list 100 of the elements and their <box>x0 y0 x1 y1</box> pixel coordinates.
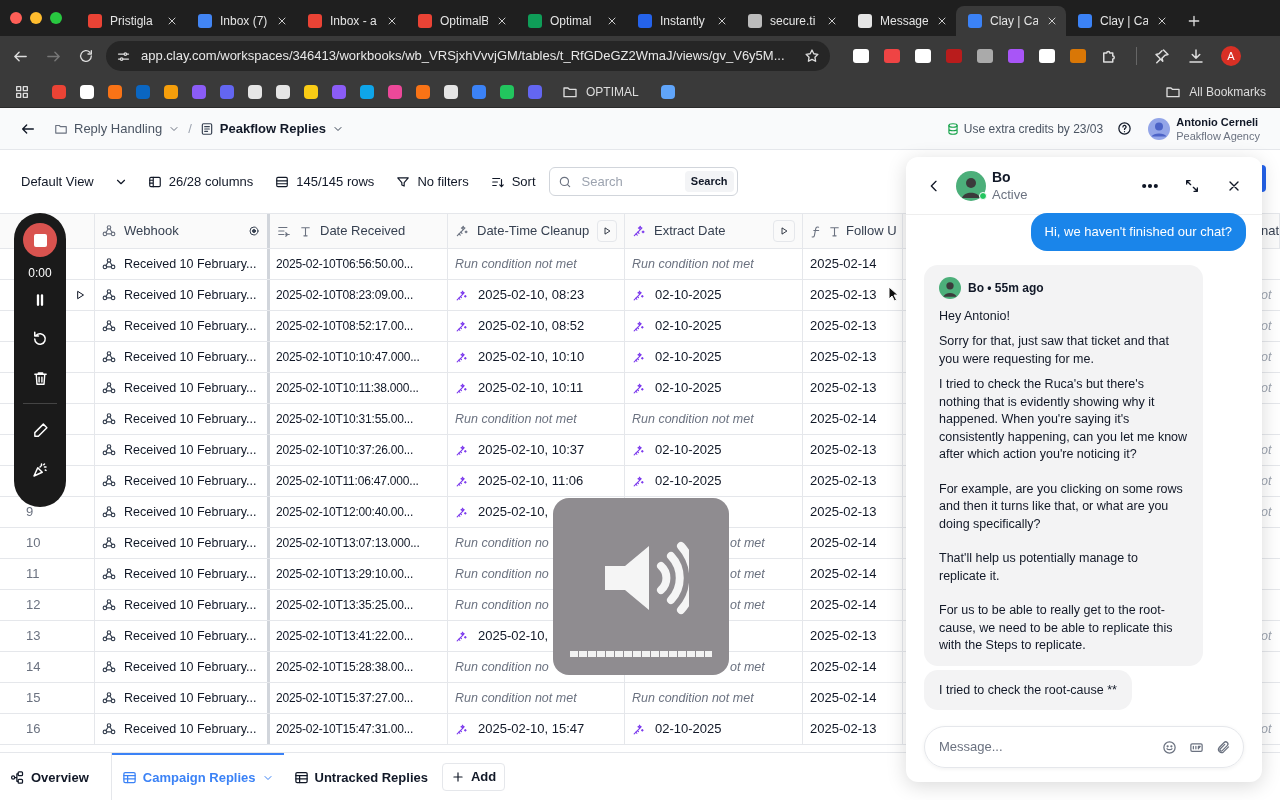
search-button[interactable]: Search <box>684 171 734 192</box>
table-cell[interactable]: 2025-02-13 <box>803 435 903 465</box>
table-cell[interactable]: Received 10 February... <box>95 342 270 372</box>
expand-row-icon[interactable] <box>74 289 86 301</box>
table-cell[interactable]: 2025-02-10T08:52:17.00... <box>270 311 448 341</box>
bookmark-folder[interactable]: OPTIMAL <box>562 82 639 101</box>
table-cell[interactable]: 2025-02-13 <box>803 466 903 496</box>
extension-icon[interactable] <box>976 47 994 65</box>
table-cell[interactable]: 2025-02-10, 08:52 <box>448 311 625 341</box>
table-cell[interactable]: Run condition not met <box>625 249 803 279</box>
table-cell[interactable]: 2025-02-10T06:56:50.00... <box>270 249 448 279</box>
table-cell[interactable]: 02-10-2025 <box>625 342 803 372</box>
table-cell[interactable]: Received 10 February... <box>95 280 270 310</box>
extension-icon[interactable] <box>852 47 870 65</box>
table-cell[interactable]: 2025-02-10T08:23:09.00... <box>270 280 448 310</box>
table-cell[interactable]: Run condition not met <box>625 683 803 713</box>
table-cell[interactable]: 02-10-2025 <box>625 466 803 496</box>
bookmark-icon[interactable] <box>275 83 291 100</box>
sort-button[interactable]: Sort <box>490 171 536 192</box>
table-cell[interactable]: 02-10-2025 <box>625 714 803 744</box>
table-cell[interactable]: Received 10 February... <box>95 714 270 744</box>
message-field[interactable]: Message... <box>939 737 1150 757</box>
emoji-icon[interactable] <box>1162 739 1177 755</box>
table-cell[interactable]: Received 10 February... <box>95 466 270 496</box>
pencil-icon[interactable] <box>31 422 49 439</box>
table-cell[interactable]: Run condition not met <box>625 404 803 434</box>
bookmark-icon[interactable] <box>303 83 319 100</box>
table-cell[interactable]: 2025-02-10T13:41:22.00... <box>270 621 448 651</box>
extension-icon[interactable] <box>914 47 932 65</box>
expand-icon[interactable] <box>1184 177 1200 194</box>
column-header[interactable]: Follow U <box>803 214 903 248</box>
table-cell[interactable]: 2025-02-10, 08:23 <box>448 280 625 310</box>
table-cell[interactable]: Received 10 February... <box>95 311 270 341</box>
run-column-button[interactable] <box>773 220 795 242</box>
table-cell[interactable]: 2025-02-10T15:28:38.00... <box>270 652 448 682</box>
pin-icon[interactable] <box>1153 47 1171 65</box>
table-cell[interactable]: Received 10 February... <box>95 497 270 527</box>
table-cell[interactable]: 2025-02-13 <box>803 497 903 527</box>
bookmark-icon[interactable] <box>163 83 179 100</box>
address-bar[interactable]: app.clay.com/workspaces/346413/workbooks/wb_VRSjxhVvvjGM/tables/t_RfGDeGZ2WmaJ/views/gv_V6y5M... <box>106 41 830 71</box>
close-tab-icon[interactable] <box>276 15 288 27</box>
table-cell[interactable]: 2025-02-10T13:29:10.00... <box>270 559 448 589</box>
table-cell[interactable]: 2025-02-10T15:37:27.00... <box>270 683 448 713</box>
profile-avatar[interactable]: A <box>1221 46 1241 66</box>
target-icon[interactable] <box>248 225 260 237</box>
user-avatar[interactable] <box>1148 117 1171 140</box>
close-tab-icon[interactable] <box>936 15 948 27</box>
table-cell[interactable]: Received 10 February... <box>95 249 270 279</box>
primary-button[interactable] <box>1262 165 1266 192</box>
add-sheet-button[interactable]: Add <box>441 762 506 791</box>
table-cell[interactable]: 2025-02-10T10:31:55.00... <box>270 404 448 434</box>
table-cell[interactable]: 2025-02-14 <box>803 249 903 279</box>
table-cell[interactable]: 2025-02-10, 10:37 <box>448 435 625 465</box>
table-cell[interactable]: 02-10-2025 <box>625 373 803 403</box>
table-cell[interactable]: 2025-02-10T10:10:47.000... <box>270 342 448 372</box>
new-tab-icon[interactable] <box>1186 13 1202 29</box>
all-bookmarks-button[interactable]: All Bookmarks <box>1165 82 1266 101</box>
bookmark-icon[interactable] <box>443 83 459 100</box>
table-cell[interactable]: 2025-02-13 <box>803 621 903 651</box>
table-cell[interactable]: 2025-02-14 <box>803 528 903 558</box>
table-cell[interactable]: 2025-02-14 <box>803 404 903 434</box>
column-header[interactable]: Extract Date <box>625 214 803 248</box>
browser-tab[interactable]: Inbox - a <box>296 6 406 36</box>
close-tab-icon[interactable] <box>1046 15 1058 27</box>
rows-button[interactable]: 145/145 rows <box>275 171 375 192</box>
bookmark-star-icon[interactable] <box>804 48 820 64</box>
close-window-button[interactable] <box>10 12 22 24</box>
table-cell[interactable]: 2025-02-10T10:11:38.000... <box>270 373 448 403</box>
table-cell[interactable]: 2025-02-13 <box>803 373 903 403</box>
minimize-window-button[interactable] <box>30 12 42 24</box>
table-cell[interactable]: Received 10 February... <box>95 559 270 589</box>
bookmark-icon[interactable] <box>499 83 515 100</box>
table-cell[interactable]: 2025-02-10, 15:47 <box>448 714 625 744</box>
table-cell[interactable]: Run condition not met <box>448 404 625 434</box>
close-tab-icon[interactable] <box>496 15 508 27</box>
close-tab-icon[interactable] <box>166 15 178 27</box>
browser-tab[interactable]: Inbox (7) <box>186 6 296 36</box>
search-input[interactable]: Search <box>581 171 672 192</box>
table-cell[interactable]: 2025-02-10, 10:11 <box>448 373 625 403</box>
table-cell[interactable]: 2025-02-10T13:35:25.00... <box>270 590 448 620</box>
sheet-tab[interactable]: Overview <box>0 753 99 800</box>
sheet-tab[interactable]: Campaign Replies <box>111 753 284 800</box>
download-icon[interactable] <box>1187 47 1205 65</box>
sheet-tab[interactable]: Untracked Replies <box>283 753 438 800</box>
table-cell[interactable]: Received 10 February... <box>95 435 270 465</box>
reload-icon[interactable] <box>78 48 94 64</box>
bookmark-icon[interactable] <box>79 83 95 100</box>
close-tab-icon[interactable] <box>826 15 838 27</box>
close-tab-icon[interactable] <box>716 15 728 27</box>
table-cell[interactable]: Received 10 February... <box>95 528 270 558</box>
view-selector[interactable]: Default View <box>21 171 128 192</box>
column-header[interactable]: Date Received <box>270 214 448 248</box>
browser-tab[interactable]: Instantly <box>626 6 736 36</box>
table-cell[interactable]: 2025-02-10T13:07:13.000... <box>270 528 448 558</box>
browser-tab[interactable]: OptimalB <box>406 6 516 36</box>
table-cell[interactable]: 2025-02-10, 10:10 <box>448 342 625 372</box>
table-cell[interactable]: 2025-02-13 <box>803 342 903 372</box>
close-tab-icon[interactable] <box>1156 15 1168 27</box>
browser-tab[interactable]: Optimal <box>516 6 626 36</box>
column-header[interactable]: Date-Time Cleanup <box>448 214 625 248</box>
